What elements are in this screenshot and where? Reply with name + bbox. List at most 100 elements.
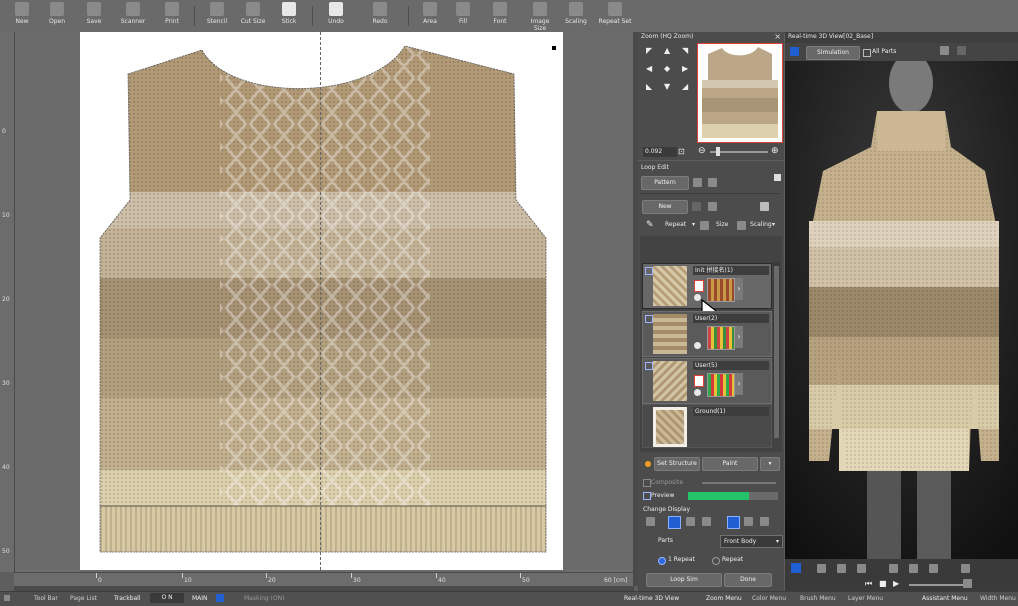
paint-button[interactable]: Paint: [702, 457, 758, 471]
play-icon[interactable]: ▶: [893, 579, 899, 588]
new-loop-button[interactable]: New: [642, 200, 688, 214]
display-split-icon[interactable]: [686, 517, 695, 526]
arrow-down-icon[interactable]: ▼: [664, 82, 670, 91]
arrow-up-icon[interactable]: ▲: [664, 46, 670, 55]
menu-zoom[interactable]: Zoom Menu: [706, 595, 742, 602]
brush-icon[interactable]: ✎: [646, 220, 654, 230]
trash-icon[interactable]: [760, 202, 769, 211]
print-button[interactable]: Print: [160, 2, 184, 30]
figure-alt-icon[interactable]: [929, 564, 938, 573]
tool-bar-toggle[interactable]: Tool Bar: [34, 595, 58, 602]
display-grid-icon[interactable]: [702, 517, 711, 526]
knit-pattern-sweater-front[interactable]: [80, 32, 563, 570]
cut-size-button[interactable]: Cut Size: [238, 2, 268, 30]
panel-menu-icon[interactable]: [774, 174, 781, 181]
trackball-value[interactable]: O N: [150, 593, 184, 603]
camera-icon[interactable]: [940, 46, 949, 55]
clear-icon[interactable]: [694, 375, 704, 387]
done-button[interactable]: Done: [724, 573, 772, 587]
page-list-toggle[interactable]: Page List: [70, 595, 97, 602]
layer-visibility-checkbox[interactable]: [645, 362, 653, 370]
previous-frame-icon[interactable]: ⏮: [865, 579, 872, 589]
redo-button[interactable]: Redo: [368, 2, 392, 30]
zoom-preview[interactable]: [697, 43, 783, 143]
folder-icon[interactable]: [693, 178, 702, 187]
trackball-label[interactable]: Trackball: [114, 595, 141, 602]
scaling-button[interactable]: Scaling: [562, 2, 590, 30]
reset-icon[interactable]: [957, 46, 966, 55]
close-icon[interactable]: ×: [774, 32, 781, 41]
undo-button[interactable]: Undo: [324, 2, 348, 30]
structure-swatch[interactable]: [707, 326, 735, 350]
display-overlay-icon[interactable]: [727, 516, 740, 529]
view-mode-icon[interactable]: [790, 47, 799, 56]
save-button[interactable]: Save: [82, 2, 106, 30]
chevron-right-icon[interactable]: ›: [735, 373, 743, 395]
clear-icon[interactable]: [694, 280, 704, 292]
menu-assistant[interactable]: Assistant Menu: [922, 595, 968, 602]
layer-item[interactable]: User(5) ›: [642, 358, 772, 404]
settings-dot-icon[interactable]: [694, 389, 701, 396]
menu-layer[interactable]: Layer Menu: [848, 595, 883, 602]
layer-list-scrollbar[interactable]: [773, 262, 780, 438]
scanner-button[interactable]: Scanner: [118, 2, 148, 30]
layer-name[interactable]: Ground(1): [693, 407, 769, 416]
layer-visibility-checkbox[interactable]: [645, 267, 653, 275]
chevron-right-icon[interactable]: ›: [735, 278, 743, 300]
chevron-right-icon[interactable]: ›: [735, 326, 743, 348]
layer-item[interactable]: Ground(1): [642, 404, 772, 448]
paint-options-dropdown[interactable]: ▾: [760, 457, 780, 471]
composite-slider[interactable]: [702, 482, 776, 484]
layer-visibility-checkbox[interactable]: [645, 315, 653, 323]
stop-icon[interactable]: ■: [879, 579, 887, 588]
new-button[interactable]: New: [10, 2, 34, 30]
arrow-down-left-icon[interactable]: ◣: [646, 82, 652, 91]
open-button[interactable]: Open: [44, 2, 70, 30]
layer-name[interactable]: User(5): [693, 361, 769, 370]
fit-icon[interactable]: ⊡: [678, 147, 685, 156]
display-options-icon[interactable]: [760, 517, 769, 526]
zoom-out-icon[interactable]: ⊖: [698, 146, 706, 156]
image-size-button[interactable]: Image Size: [524, 2, 556, 32]
lock-icon[interactable]: [837, 564, 846, 573]
figure-icon[interactable]: [909, 564, 918, 573]
all-parts-checkbox[interactable]: [863, 49, 871, 57]
menu-color[interactable]: Color Menu: [752, 595, 786, 602]
area-button[interactable]: Area: [418, 2, 442, 30]
menu-width[interactable]: Width Menu: [980, 595, 1016, 602]
repeat-radio[interactable]: [712, 557, 720, 565]
font-button[interactable]: Font: [488, 2, 512, 30]
frame-icon[interactable]: [961, 564, 970, 573]
masking-status[interactable]: Masking (ON): [244, 595, 285, 602]
scaling-dropdown[interactable]: Scaling: [750, 221, 772, 228]
arrow-up-right-icon[interactable]: ◥: [682, 46, 688, 55]
stick-button[interactable]: Stick: [278, 2, 300, 30]
repeat-set-button[interactable]: Repeat Set: [598, 2, 632, 30]
one-repeat-radio[interactable]: [658, 557, 666, 565]
size-button[interactable]: Size: [716, 221, 728, 228]
arrow-right-icon[interactable]: ▶: [682, 64, 688, 73]
edit-icon[interactable]: [708, 202, 717, 211]
zoom-value-field[interactable]: 0.092: [643, 147, 677, 157]
3d-model-viewport[interactable]: [785, 61, 1018, 559]
snapshot-icon[interactable]: [963, 579, 972, 588]
pattern-button[interactable]: Pattern: [641, 176, 689, 190]
arrow-down-right-icon[interactable]: ◢: [682, 82, 688, 91]
composite-checkbox[interactable]: [643, 479, 651, 487]
fill-button[interactable]: Fill: [452, 2, 474, 30]
preview-checkbox[interactable]: [643, 492, 651, 500]
stencil-button[interactable]: Stencil: [204, 2, 230, 30]
loop-sim-button[interactable]: Loop Sim: [646, 573, 722, 587]
layer-name[interactable]: Init 拼接名(1): [693, 266, 769, 275]
repeat-dropdown[interactable]: Repeat: [665, 221, 686, 228]
menu-realtime-3d-view[interactable]: Real-time 3D View: [624, 595, 679, 602]
display-single-icon[interactable]: [668, 516, 681, 529]
arrow-left-icon[interactable]: ◀: [646, 64, 652, 73]
menu-brush[interactable]: Brush Menu: [800, 595, 836, 602]
layer-item[interactable]: User(2) ›: [642, 311, 772, 357]
layer-name[interactable]: User(2): [693, 314, 769, 323]
view-select-icon[interactable]: [791, 563, 801, 573]
zoom-slider-handle[interactable]: [716, 147, 720, 156]
structure-swatch[interactable]: [707, 373, 735, 397]
center-icon[interactable]: ◆: [664, 64, 670, 73]
